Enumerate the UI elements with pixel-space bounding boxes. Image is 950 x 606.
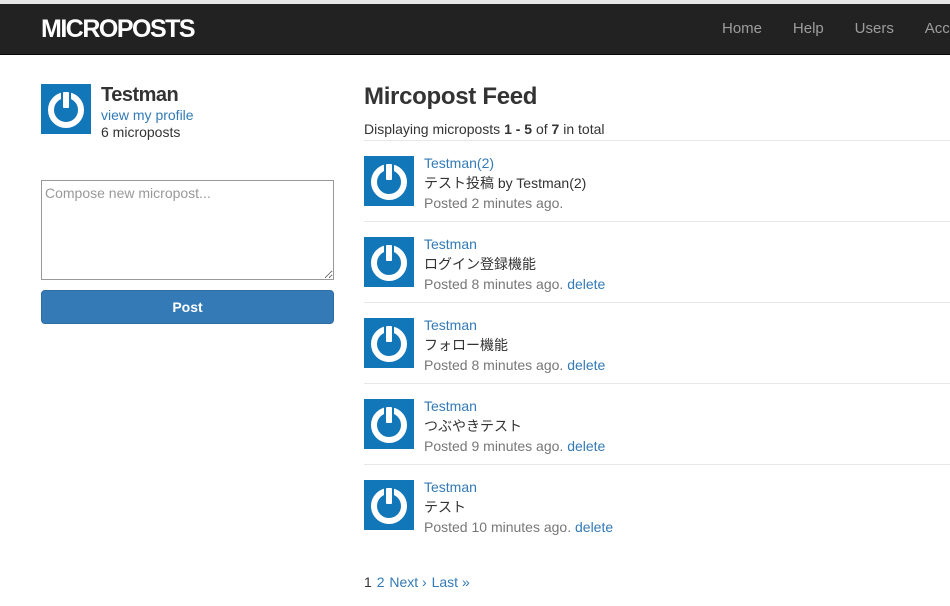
delete-link[interactable]: delete xyxy=(567,276,605,292)
feed-title: Mircopost Feed xyxy=(364,83,538,110)
feed-item: Testman つぶやきテスト Posted 9 minutes ago. de… xyxy=(364,384,950,465)
feed-item: Testman テスト Posted 10 minutes ago. delet… xyxy=(364,465,950,546)
summary-range: 1 - 5 xyxy=(504,121,533,137)
feed-item-body: Testman ログイン登録機能 Posted 8 minutes ago. d… xyxy=(424,234,605,294)
gravatar-power-icon xyxy=(364,399,414,449)
feed-item: Testman(2) テスト投稿 by Testman(2) Posted 2 … xyxy=(364,141,950,222)
feed-content: テスト xyxy=(424,499,466,515)
feed-timestamp: Posted 10 minutes ago. xyxy=(424,519,572,535)
pagination: 1 2 Next › Last » xyxy=(364,574,471,590)
last-page-link[interactable]: Last » xyxy=(432,574,470,590)
feed-timestamp: Posted 8 minutes ago. xyxy=(424,276,564,292)
next-page-link[interactable]: Next › xyxy=(389,574,426,590)
post-button[interactable]: Post xyxy=(41,290,334,324)
feed-user-link[interactable]: Testman(2) xyxy=(424,153,586,173)
gravatar-power-icon xyxy=(364,237,414,287)
feed-avatar[interactable] xyxy=(364,399,414,449)
feed-avatar[interactable] xyxy=(364,480,414,530)
feed-list: Testman(2) テスト投稿 by Testman(2) Posted 2 … xyxy=(364,141,950,546)
feed-avatar[interactable] xyxy=(364,237,414,287)
nav-home[interactable]: Home xyxy=(722,20,762,37)
page-2-link[interactable]: 2 xyxy=(377,574,385,590)
feed-avatar[interactable] xyxy=(364,318,414,368)
feed-item-body: Testman テスト Posted 10 minutes ago. delet… xyxy=(424,477,613,537)
user-avatar[interactable] xyxy=(41,84,91,134)
feed-item-body: Testman フォロー機能 Posted 8 minutes ago. del… xyxy=(424,315,605,375)
brand-logo[interactable]: MICROPOSTS xyxy=(41,15,196,44)
feed-item-body: Testman(2) テスト投稿 by Testman(2) Posted 2 … xyxy=(424,153,586,213)
gravatar-power-icon xyxy=(41,84,91,134)
main-nav: Home Help Users Account xyxy=(722,20,950,37)
feed-item: Testman フォロー機能 Posted 8 minutes ago. del… xyxy=(364,303,950,384)
feed-content: テスト投稿 by Testman(2) xyxy=(424,175,587,191)
feed-user-link[interactable]: Testman xyxy=(424,315,605,335)
summary-suffix: in total xyxy=(559,121,605,137)
nav-users[interactable]: Users xyxy=(855,20,894,37)
feed-summary: Displaying microposts 1 - 5 of 7 in tota… xyxy=(364,120,950,141)
delete-link[interactable]: delete xyxy=(567,438,605,454)
feed-content: フォロー機能 xyxy=(424,337,508,353)
feed-timestamp: Posted 9 minutes ago. xyxy=(424,438,564,454)
feed-item: Testman ログイン登録機能 Posted 8 minutes ago. d… xyxy=(364,222,950,303)
top-navbar: MICROPOSTS Home Help Users Account xyxy=(0,0,950,55)
summary-middle: of xyxy=(532,121,552,137)
delete-link[interactable]: delete xyxy=(567,357,605,373)
feed-content: つぶやきテスト xyxy=(424,418,522,434)
feed-user-link[interactable]: Testman xyxy=(424,234,605,254)
feed-content: ログイン登録機能 xyxy=(424,256,536,272)
nav-account[interactable]: Account xyxy=(925,20,950,37)
feed-user-link[interactable]: Testman xyxy=(424,477,613,497)
feed-timestamp: Posted 8 minutes ago. xyxy=(424,357,564,373)
feed-user-link[interactable]: Testman xyxy=(424,396,605,416)
view-profile-link[interactable]: view my profile xyxy=(101,106,331,124)
feed-avatar[interactable] xyxy=(364,156,414,206)
feed-timestamp: Posted 2 minutes ago. xyxy=(424,195,564,211)
feed-item-body: Testman つぶやきテスト Posted 9 minutes ago. de… xyxy=(424,396,605,456)
user-name: Testman xyxy=(101,84,179,106)
gravatar-power-icon xyxy=(364,156,414,206)
page-current: 1 xyxy=(364,574,372,590)
summary-prefix: Displaying microposts xyxy=(364,121,505,137)
micropost-count: 6 microposts xyxy=(101,124,181,140)
user-info: Testman view my profile 6 microposts xyxy=(101,84,331,140)
delete-link[interactable]: delete xyxy=(575,519,613,535)
nav-help[interactable]: Help xyxy=(793,20,824,37)
micropost-feed: Mircopost Feed Displaying microposts 1 -… xyxy=(364,82,950,546)
gravatar-power-icon xyxy=(364,480,414,530)
gravatar-power-icon xyxy=(364,318,414,368)
compose-micropost-input[interactable] xyxy=(41,180,334,280)
